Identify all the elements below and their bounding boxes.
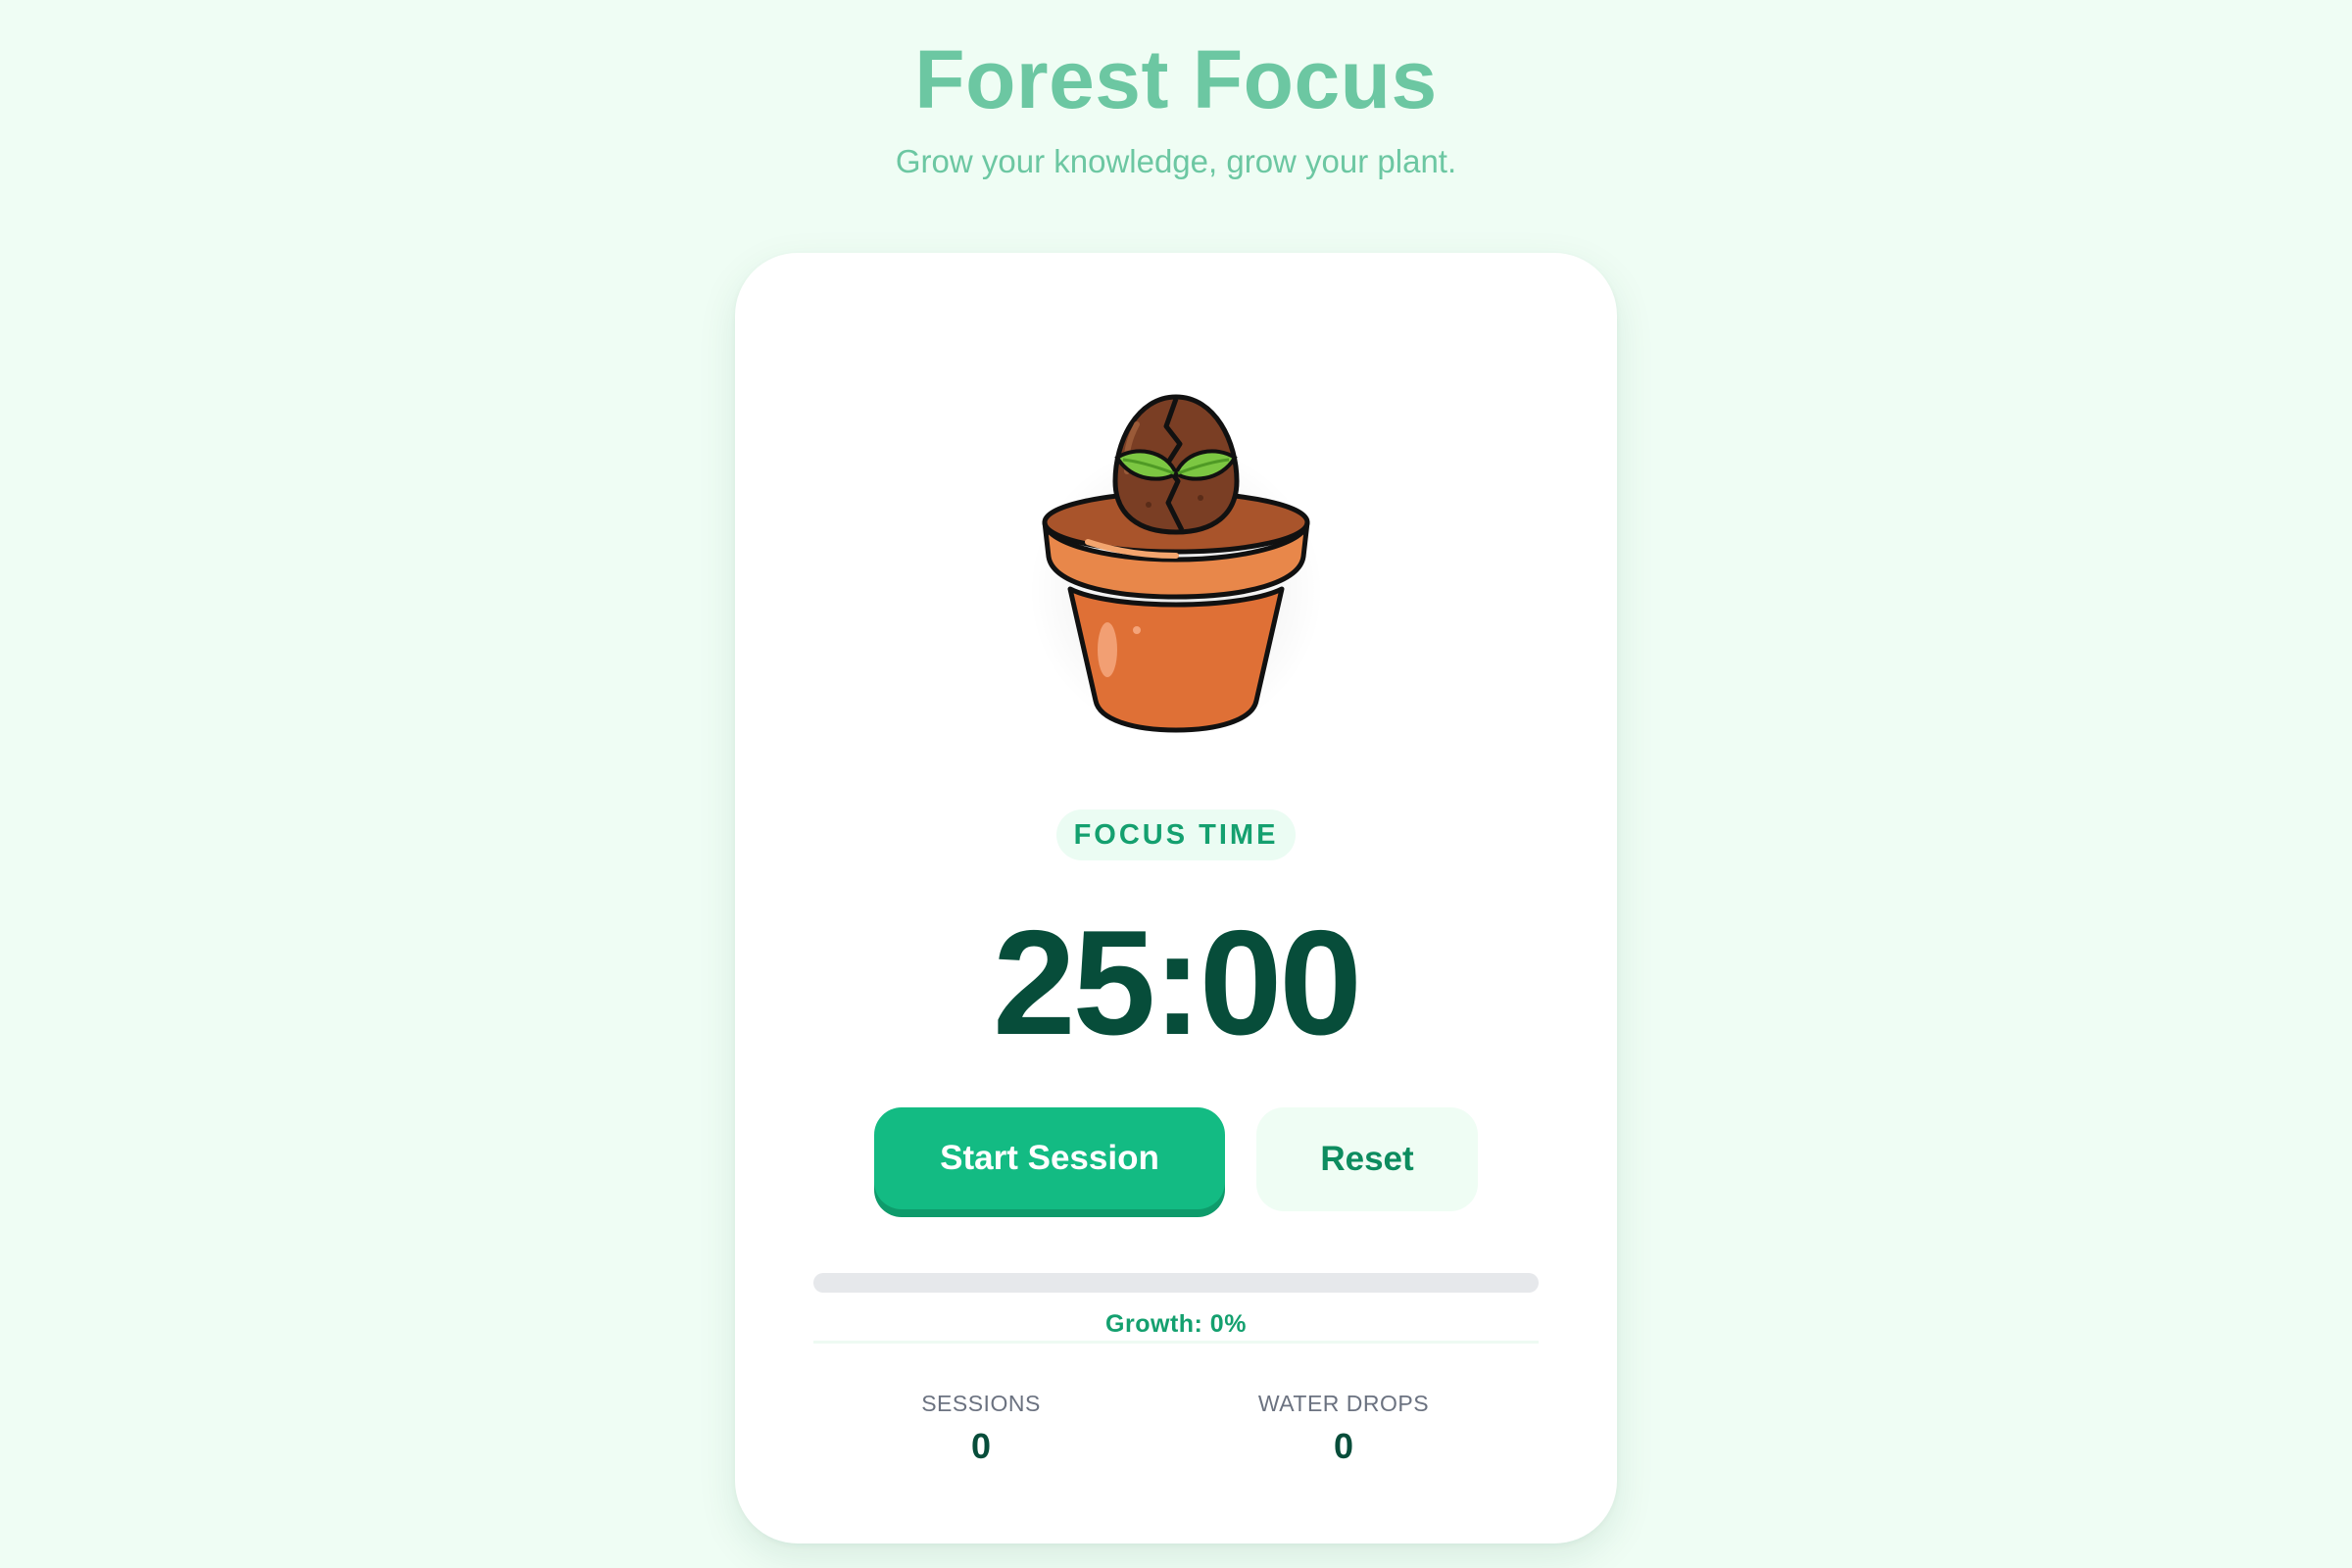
timer-card: FOCUS TIME 25:00 Start Session Reset Gro…	[735, 253, 1617, 1544]
seed-pot-icon	[1019, 356, 1333, 738]
sessions-stat: SESSIONS 0	[834, 1390, 1128, 1466]
start-session-button[interactable]: Start Session	[874, 1107, 1225, 1209]
water-drops-label: WATER DROPS	[1257, 1391, 1430, 1416]
growth-progress-bar	[813, 1273, 1539, 1293]
reset-button[interactable]: Reset	[1256, 1107, 1478, 1211]
sessions-label: SESSIONS	[921, 1391, 1041, 1416]
stats-divider	[813, 1341, 1539, 1344]
focus-mode-badge: FOCUS TIME	[1056, 809, 1296, 860]
sessions-value: 0	[970, 1426, 992, 1466]
app-subtitle: Grow your knowledge, grow your plant.	[895, 143, 1457, 179]
timer-display: 25:00	[993, 900, 1362, 1066]
growth-label: Growth: 0%	[1105, 1310, 1247, 1338]
water-drops-value: 0	[1333, 1426, 1354, 1466]
app-title: Forest Focus	[914, 33, 1438, 125]
water-drops-stat: WATER DROPS 0	[1197, 1390, 1491, 1466]
